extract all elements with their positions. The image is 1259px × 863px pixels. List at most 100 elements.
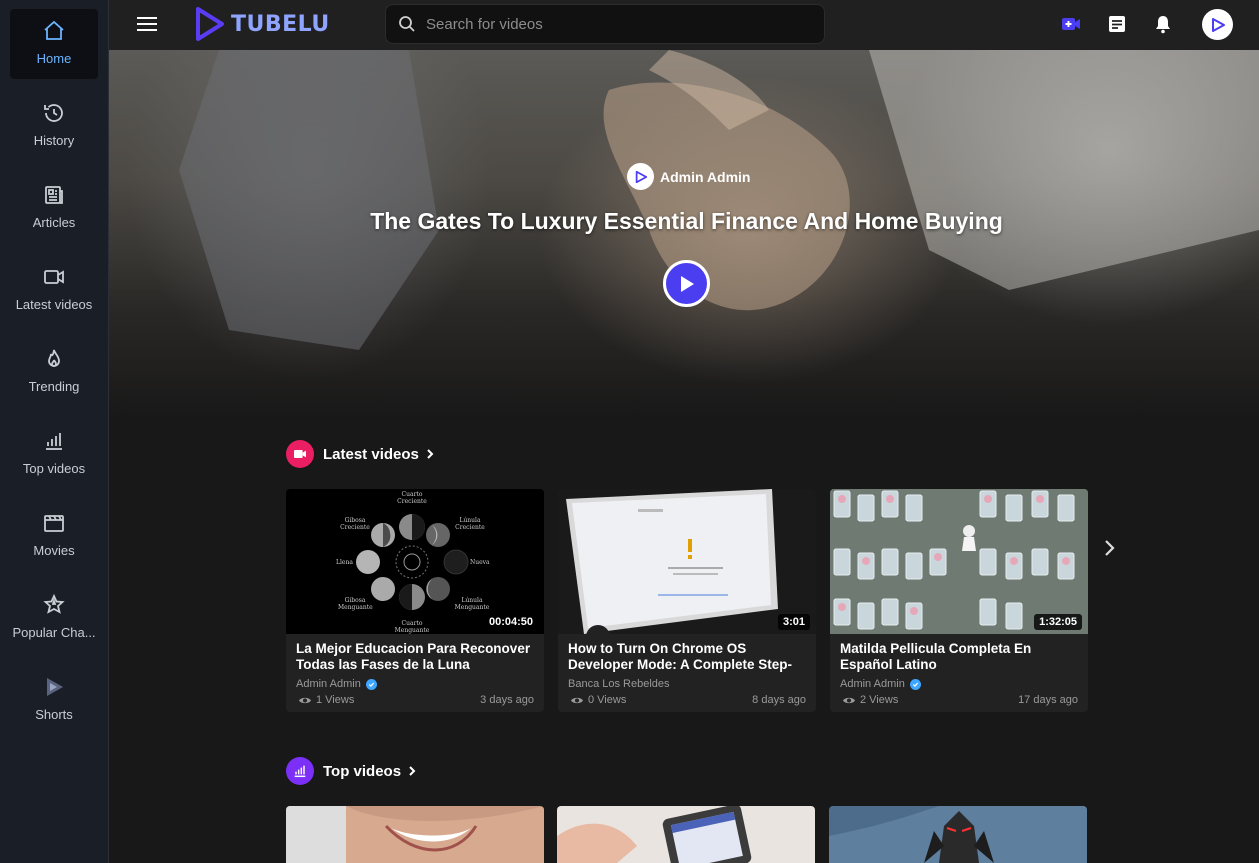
logo-play-icon [196,7,224,41]
moon-label: Lúnula Menguante [454,597,490,611]
eye-icon [843,697,855,703]
moon-label: Cuarto Creciente [397,491,427,505]
search-icon[interactable] [398,15,416,33]
moon-phases-image [356,514,469,610]
section-title: Latest videos [323,445,419,463]
video-camera-icon [44,270,64,284]
top-videos-badge [286,757,314,785]
sidebar-item-articles[interactable]: Articles [10,173,98,243]
video-title[interactable]: How to Turn On Chrome OS Developer Mode:… [568,641,808,673]
sidebar-item-latest-videos[interactable]: Latest videos [10,255,98,325]
video-views: 2 Views [842,694,898,706]
sidebar-item-label: Popular Cha... [12,625,96,640]
hero-author-avatar [627,163,654,190]
verified-badge-icon [365,678,377,690]
video-card[interactable] [286,806,544,863]
sidebar-item-label: Home [36,51,72,66]
sidebar: Home History Articles Latest videos Tren… [0,0,109,863]
sidebar-item-label: Trending [28,379,80,394]
user-avatar[interactable] [1202,9,1233,40]
author-name: Banca Los Rebeldes [568,678,670,690]
bar-chart-icon [46,433,62,450]
video-card[interactable] [557,806,815,863]
moon-label: Lúnula Creciente [455,517,485,531]
author-name: Admin Admin [296,678,361,690]
video-camera-icon [294,450,306,458]
flame-icon [48,349,60,367]
create-video-icon[interactable] [1059,12,1083,36]
sidebar-item-label: Latest videos [15,297,93,312]
articles-icon [45,186,63,204]
hero-title[interactable]: The Gates To Luxury Essential Finance An… [109,208,1259,235]
video-author[interactable]: Admin Admin [840,678,921,690]
video-title[interactable]: La Mejor Educacion Para Reconover Todas … [296,641,536,673]
hero-author-name: Admin Admin [660,168,751,185]
notifications-bell-icon[interactable] [1151,12,1175,36]
video-thumbnail: 3:01 [558,489,816,634]
video-author[interactable]: Admin Admin [296,678,377,690]
logo[interactable]: TUBELU [195,6,330,42]
video-duration: 3:01 [777,614,810,630]
search-input[interactable] [426,15,806,33]
section-latest-videos-header[interactable]: Latest videos [286,440,435,468]
video-date: 3 days ago [480,694,534,706]
sidebar-item-label: History [33,133,75,148]
section-top-videos-header[interactable]: Top videos [286,757,417,785]
hero-play-button[interactable] [663,260,710,307]
chevron-right-icon [427,449,434,459]
smiling-woman-thumbnail [286,806,544,863]
video-card[interactable]: 3:01 How to Turn On Chrome OS Developer … [558,489,816,712]
chevron-right-icon [409,766,416,776]
hamburger-menu-icon[interactable] [137,15,157,33]
sidebar-item-label: Top videos [22,461,86,476]
nursery-cribs-image [830,489,1088,634]
sidebar-item-top-videos[interactable]: Top videos [10,419,98,489]
phone-hand-thumbnail [557,806,815,863]
video-views: 0 Views [570,694,626,706]
video-duration: 1:32:05 [1034,614,1082,630]
carousel-next-icon[interactable] [1100,536,1120,560]
sidebar-item-home[interactable]: Home [10,9,98,79]
moon-label: Nueva [470,559,490,566]
eye-icon [299,697,311,703]
sidebar-item-label: Movies [33,543,75,558]
moon-label: Gibosa Menguante [338,597,373,611]
home-icon [44,20,64,40]
video-author[interactable]: Banca Los Rebeldes [568,678,670,690]
hero-author[interactable]: Admin Admin [627,163,750,190]
video-card[interactable]: 1:32:05 Matilda Pellicula Completa En Es… [830,489,1088,712]
sidebar-item-trending[interactable]: Trending [10,337,98,407]
articles-feed-icon[interactable] [1105,12,1129,36]
chrome-laptop-screen-image [558,489,816,634]
sidebar-item-shorts[interactable]: Shorts [10,665,98,735]
avatar-play-icon [635,170,647,183]
video-duration: 00:04:50 [483,614,538,630]
views-count: 1 Views [316,694,355,706]
bar-chart-icon [294,765,306,778]
video-card[interactable]: Cuarto Creciente Gibosa Creciente Lúnula… [286,489,544,712]
views-count: 0 Views [588,694,627,706]
video-title[interactable]: Matilda Pellicula Completa En Español La… [840,641,1080,673]
video-date: 8 days ago [752,694,806,706]
verified-badge-icon [909,678,921,690]
sidebar-item-history[interactable]: History [10,91,98,161]
moon-label: Gibosa Creciente [340,517,370,531]
hero-background-image [179,50,1259,350]
video-thumbnail: Cuarto Creciente Gibosa Creciente Lúnula… [286,489,544,634]
avatar-play-icon [1211,17,1225,32]
sidebar-item-popular-channels[interactable]: Popular Cha... [10,583,98,653]
latest-videos-badge [286,440,314,468]
views-count: 2 Views [860,694,899,706]
author-name: Admin Admin [840,678,905,690]
hero-banner[interactable]: Admin Admin The Gates To Luxury Essentia… [109,50,1259,420]
video-thumbnail: 1:32:05 [830,489,1088,634]
sidebar-item-movies[interactable]: Movies [10,501,98,571]
eye-icon [571,697,583,703]
video-card[interactable] [829,806,1087,863]
top-bar: TUBELU [109,0,1259,50]
moon-label: Cuarto Menguante [394,620,430,634]
search-bar [385,4,825,44]
shorts-play-icon [47,678,63,696]
robot-movie-thumbnail [829,806,1087,863]
history-icon [44,104,63,122]
